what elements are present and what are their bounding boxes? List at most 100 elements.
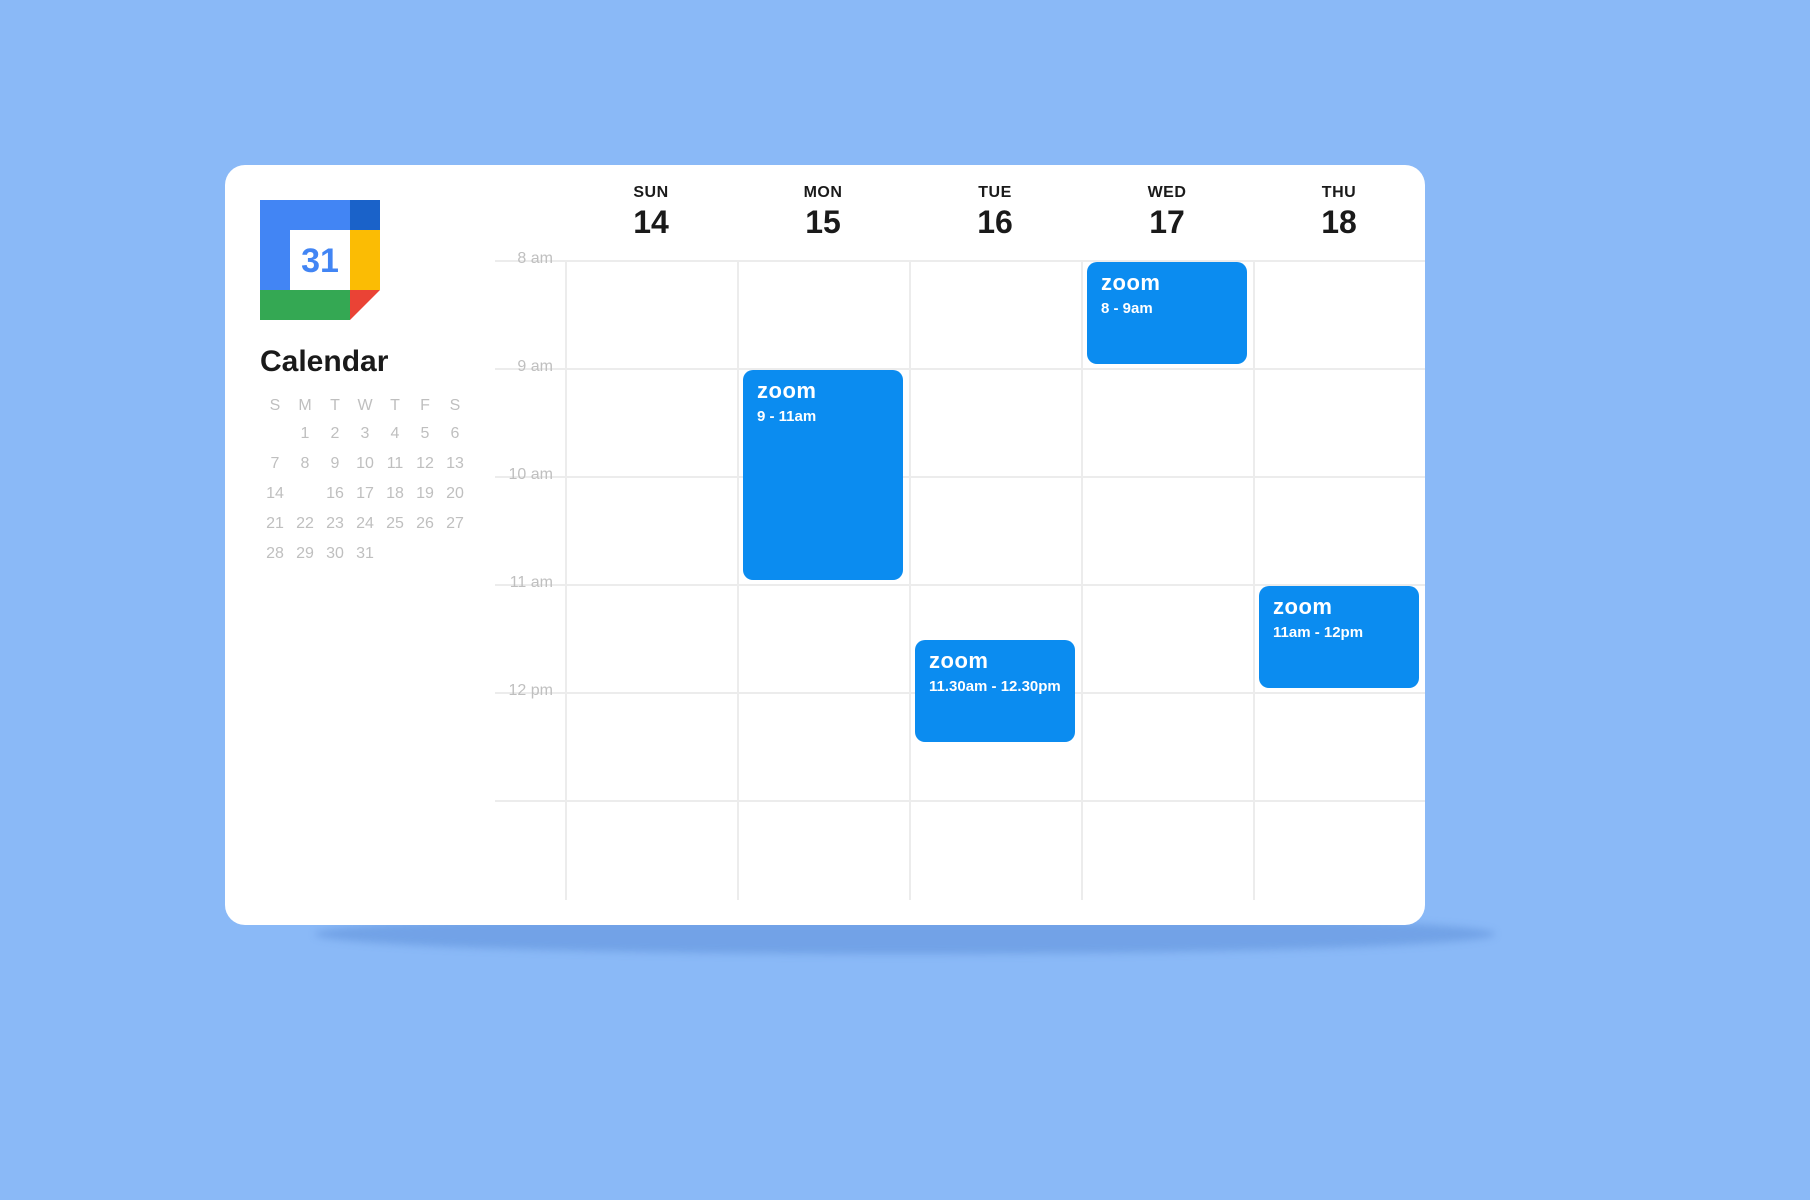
mini-date-cell[interactable]: 9 [320, 451, 350, 477]
mini-date-cell[interactable]: 11 [380, 451, 410, 477]
time-label: 12 pm [495, 682, 565, 788]
calendar-event[interactable]: zoom 11am - 12pm [1259, 586, 1419, 688]
mini-calendar-grid: 1234567891011121314151617181920212223242… [260, 421, 470, 567]
grid-cell[interactable] [737, 694, 909, 800]
mini-date-cell[interactable]: 8 [290, 451, 320, 477]
mini-date-cell[interactable]: 30 [320, 541, 350, 567]
mini-date-cell[interactable]: 28 [260, 541, 290, 567]
mini-dow-label: W [350, 397, 380, 415]
mini-date-cell[interactable]: 26 [410, 511, 440, 537]
calendar-title: Calendar [260, 345, 470, 379]
day-of-month-label: 16 [909, 204, 1081, 241]
mini-calendar-header: SMTWTFS [260, 397, 470, 415]
event-time-label: 8 - 9am [1101, 300, 1233, 318]
mini-date-cell[interactable]: 5 [410, 421, 440, 447]
grid-cell[interactable] [909, 478, 1081, 584]
mini-dow-label: S [260, 397, 290, 415]
sidebar: 31 Calendar SMTWTFS 12345678910111213141… [225, 165, 495, 925]
mini-date-cell[interactable]: 21 [260, 511, 290, 537]
mini-date-cell[interactable]: 16 [320, 481, 350, 507]
grid-cell[interactable] [737, 802, 909, 900]
calendar-event[interactable]: zoom11.30am - 12.30pm [915, 640, 1075, 742]
grid-cell[interactable] [1081, 586, 1253, 692]
grid-cell[interactable] [1081, 802, 1253, 900]
grid-cell[interactable] [1253, 802, 1425, 900]
grid-cell[interactable] [565, 694, 737, 800]
grid-cell[interactable] [565, 478, 737, 584]
mini-date-cell[interactable]: 23 [320, 511, 350, 537]
time-grid: 8 am9 am10 am11 am12 pmzoom9 - 11amzoom1… [495, 260, 1425, 900]
mini-date-cell[interactable]: 7 [260, 451, 290, 477]
grid-cell[interactable] [737, 586, 909, 692]
time-label: 10 am [495, 466, 565, 572]
time-label: 9 am [495, 358, 565, 464]
mini-dow-label: T [380, 397, 410, 415]
hour-row [495, 800, 1425, 900]
mini-calendar[interactable]: SMTWTFS 12345678910111213141516171819202… [260, 397, 470, 567]
mini-date-cell[interactable]: 4 [380, 421, 410, 447]
day-of-month-label: 18 [1253, 204, 1425, 241]
mini-date-cell [410, 541, 440, 567]
grid-cell[interactable] [1253, 694, 1425, 800]
mini-date-cell[interactable]: 13 [440, 451, 470, 477]
mini-date-cell[interactable]: 14 [260, 481, 290, 507]
mini-date-cell [260, 421, 290, 447]
mini-date-cell[interactable]: 31 [350, 541, 380, 567]
day-header: MON15 [737, 184, 909, 241]
event-title: zoom [929, 650, 1061, 672]
mini-date-cell[interactable]: 15 [290, 481, 320, 507]
grid-cell[interactable] [1253, 478, 1425, 584]
time-label: 11 am [495, 574, 565, 680]
grid-cell[interactable] [565, 586, 737, 692]
grid-cell[interactable] [1253, 370, 1425, 476]
grid-cell[interactable] [737, 262, 909, 368]
grid-cell[interactable] [909, 262, 1081, 368]
grid-cell[interactable] [565, 370, 737, 476]
mini-dow-label: S [440, 397, 470, 415]
hour-row: 9 am [495, 368, 1425, 476]
mini-date-cell[interactable]: 12 [410, 451, 440, 477]
day-of-week-label: THU [1253, 184, 1425, 202]
day-header: TUE 16 [909, 184, 1081, 241]
hour-row: 8 am [495, 260, 1425, 368]
mini-dow-label: M [290, 397, 320, 415]
day-of-week-label: TUE [909, 184, 1081, 202]
grid-cell[interactable] [909, 802, 1081, 900]
mini-date-cell[interactable]: 18 [380, 481, 410, 507]
day-header: SUN14 [565, 184, 737, 241]
event-time-label: 11am - 12pm [1273, 624, 1405, 642]
mini-date-cell[interactable]: 6 [440, 421, 470, 447]
mini-date-cell[interactable]: 20 [440, 481, 470, 507]
calendar-card: 31 Calendar SMTWTFS 12345678910111213141… [225, 165, 1425, 925]
calendar-icon-date: 31 [301, 242, 339, 280]
mini-date-cell[interactable]: 24 [350, 511, 380, 537]
grid-cell[interactable] [1253, 262, 1425, 368]
grid-cell[interactable] [909, 370, 1081, 476]
grid-cell[interactable] [1081, 370, 1253, 476]
grid-cell[interactable] [1081, 478, 1253, 584]
day-header: THU 18 [1253, 184, 1425, 241]
grid-cell[interactable] [565, 262, 737, 368]
event-title: zoom [757, 380, 889, 402]
calendar-event[interactable]: zoom9 - 11am [743, 370, 903, 580]
grid-cell[interactable] [1081, 694, 1253, 800]
calendar-event[interactable]: zoom8 - 9am [1087, 262, 1247, 364]
google-calendar-icon: 31 [260, 200, 380, 320]
mini-date-cell[interactable]: 27 [440, 511, 470, 537]
mini-dow-label: F [410, 397, 440, 415]
mini-date-cell[interactable]: 2 [320, 421, 350, 447]
mini-date-cell[interactable]: 1 [290, 421, 320, 447]
mini-date-cell[interactable]: 3 [350, 421, 380, 447]
hour-row: 10 am [495, 476, 1425, 584]
mini-date-cell[interactable]: 29 [290, 541, 320, 567]
main-calendar: SUN14MON15TUE16WED17THU18 8 am9 am10 am1… [495, 165, 1425, 925]
mini-date-cell[interactable]: 10 [350, 451, 380, 477]
mini-date-cell[interactable]: 22 [290, 511, 320, 537]
mini-date-cell[interactable]: 19 [410, 481, 440, 507]
event-title: zoom [1273, 596, 1405, 618]
mini-date-cell[interactable]: 17 [350, 481, 380, 507]
grid-cell[interactable] [565, 802, 737, 900]
day-of-week-label: WED [1081, 184, 1253, 202]
time-label: 8 am [495, 250, 565, 356]
mini-date-cell[interactable]: 25 [380, 511, 410, 537]
